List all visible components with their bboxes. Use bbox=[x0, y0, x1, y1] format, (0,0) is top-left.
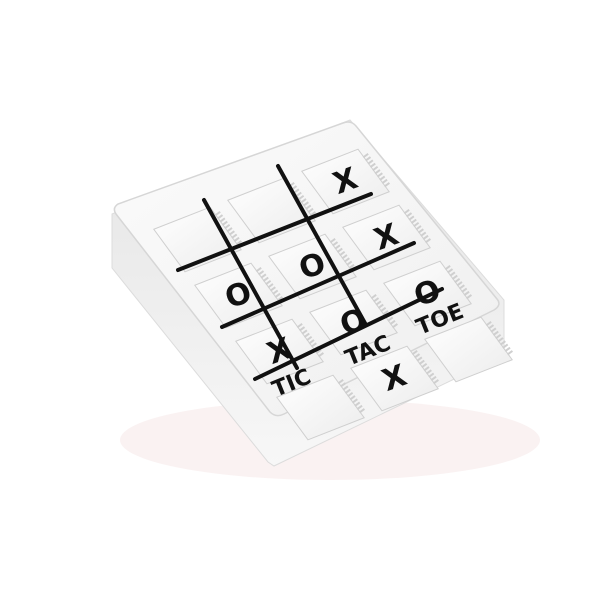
toy-illustration: XOOXXOOX TIC TAC TOE bbox=[111, 119, 540, 480]
tic-tac-toe-toy: XOOXXOOX TIC TAC TOE bbox=[0, 0, 600, 600]
